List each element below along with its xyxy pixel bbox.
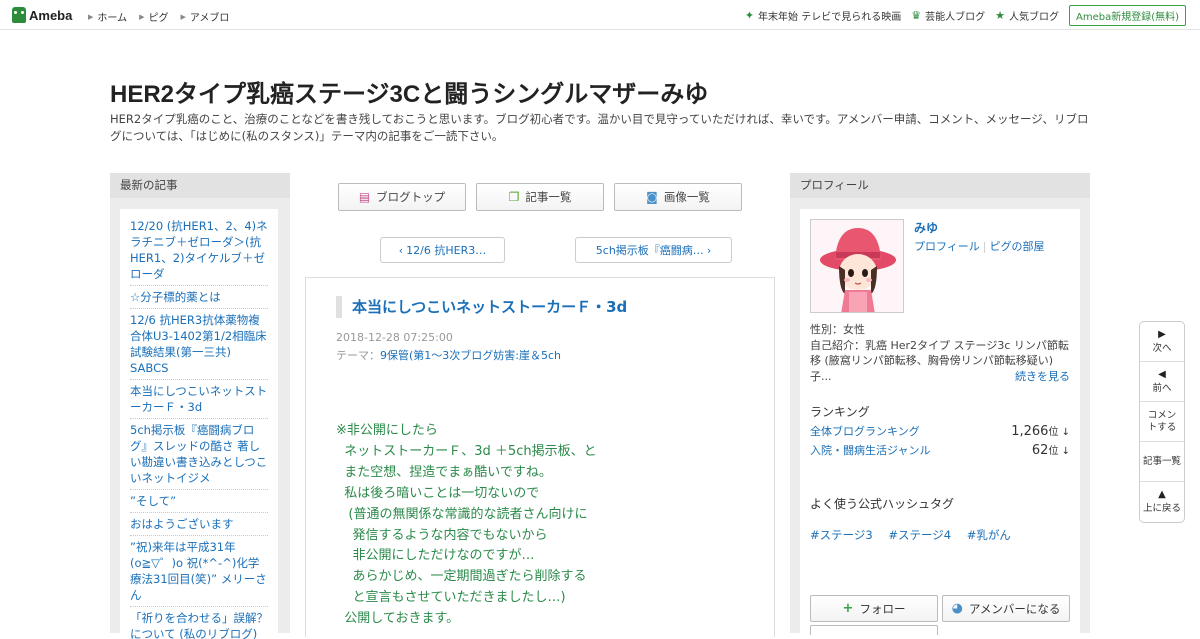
chat-bubble-icon: ◕ xyxy=(951,601,963,616)
tab-article-list[interactable]: ❐ 記事一覧 xyxy=(476,183,604,211)
hashtag-heading: よく使う公式ハッシュタグ xyxy=(810,497,955,511)
recent-article-link[interactable]: ”そして” xyxy=(130,490,268,513)
amember-button[interactable]: ◕ アメンバーになる xyxy=(942,595,1070,622)
arrow-left-icon: ◀ xyxy=(1158,368,1166,380)
ranking-heading: ランキング xyxy=(810,405,870,419)
header-right-links: ✦ 年末年始 テレビで見られる映画 ♛ 芸能人ブログ ★ 人気ブログ Ameba新規登… xyxy=(745,5,1186,26)
profile-name[interactable]: みゆ xyxy=(914,219,938,236)
follow-button[interactable]: + フォロー xyxy=(810,595,938,622)
ranking-value: 62位 ↓ xyxy=(1031,443,1070,458)
read-more-link[interactable]: 続きを見る xyxy=(1015,368,1070,384)
chevron-left-icon: ‹ xyxy=(398,243,404,257)
recent-article-link[interactable]: ”祝)来年は平成31年 (o≧▽゜)o 祝(*^-^)化学療法31回目(笑)” … xyxy=(130,536,268,607)
hashtag-link[interactable]: #ステージ4 xyxy=(888,528,951,542)
recent-articles-heading: 最新の記事 xyxy=(110,173,290,198)
ameba-logo-icon xyxy=(12,7,26,23)
article: 本当にしつこいネットストーカーＦ・3d 2018-12-28 07:25:00 … xyxy=(305,277,775,637)
profile-links: プロフィール | ピグの部屋 xyxy=(914,238,1045,254)
register-button[interactable]: Ameba新規登録(無料) xyxy=(1068,5,1186,26)
article-title[interactable]: 本当にしつこいネットストーカーＦ・3d xyxy=(336,296,627,318)
profile-box: みゆ プロフィール | ピグの部屋 性別：女性 自己紹介：乳癌 Her2タイプ ステ… xyxy=(800,209,1080,635)
link-celebrity-blogs[interactable]: ♛ 芸能人ブログ xyxy=(911,8,985,23)
chevron-right-icon: › xyxy=(706,243,712,257)
link-new-year-movies[interactable]: ✦ 年末年始 テレビで見られる映画 xyxy=(745,8,901,23)
recent-articles-list: 12/20 (抗HER1、2、4)ネラチニブ＋ゼローダ＞(抗HER1、2)タイケ… xyxy=(120,209,278,639)
ranking-row: 入院・闘病生活ジャンル 62位 ↓ xyxy=(810,442,1070,458)
floating-side-nav: ▶ 次へ ◀ 前へ コメントする 記事一覧 ▲ 上に戻る xyxy=(1139,321,1185,523)
arrow-right-icon: ▶ xyxy=(1158,328,1166,340)
back-to-top-button[interactable]: ▲ 上に戻る xyxy=(1140,482,1184,522)
nav-ameblo[interactable]: ▶ アメブロ xyxy=(180,9,229,25)
chevron-right-icon: ▶ xyxy=(180,12,186,21)
sparkle-icon: ✦ xyxy=(744,9,755,22)
article-theme-link[interactable]: 9保管(第1～3次ブログ妨害:崖＆5ch xyxy=(380,349,561,362)
ranking-label[interactable]: 入院・闘病生活ジャンル xyxy=(810,442,930,458)
article-date: 2018-12-28 07:25:00 xyxy=(336,331,453,344)
chevron-right-icon: ▶ xyxy=(139,12,145,21)
next-button[interactable]: ▶ 次へ xyxy=(1140,322,1184,362)
pigg-avatar-icon xyxy=(811,220,903,312)
article-body: ※非公開にしたら ネットストーカーＦ、3d ＋5ch掲示板、と また空想、捏造で… xyxy=(336,423,597,627)
recent-articles-panel: 最新の記事 12/20 (抗HER1、2、4)ネラチニブ＋ゼローダ＞(抗HER1… xyxy=(110,173,290,639)
nav-pigg[interactable]: ▶ ピグ xyxy=(139,9,168,25)
global-nav: ▶ ホーム ▶ ピグ ▶ アメブロ xyxy=(88,9,241,25)
avatar[interactable] xyxy=(810,219,904,313)
prev-article-button[interactable]: ‹ 12/6 抗HER3… xyxy=(380,237,505,263)
comment-button[interactable]: コメントする xyxy=(1140,402,1184,442)
camera-icon: ◙ xyxy=(646,190,658,204)
ameba-logo[interactable]: Ameba xyxy=(12,6,72,24)
tab-blog-top[interactable]: ▤ ブログトップ xyxy=(338,183,466,211)
global-header: Ameba ▶ ホーム ▶ ピグ ▶ アメブロ ✦ 年末年始 テレビで見られる映画 ♛ 芸… xyxy=(0,0,1200,30)
article-list-button[interactable]: 記事一覧 xyxy=(1140,442,1184,482)
copy-icon: ❐ xyxy=(508,190,520,204)
star-icon: ★ xyxy=(995,9,1005,22)
recent-article-link[interactable]: おはようございます xyxy=(130,513,268,536)
pigg-room-link[interactable]: ピグの部屋 xyxy=(990,240,1045,253)
recent-article-link[interactable]: ☆分子標的薬とは xyxy=(130,286,268,309)
link-separator: | xyxy=(982,240,987,253)
crown-icon: ♛ xyxy=(911,9,922,22)
profile-link[interactable]: プロフィール xyxy=(914,240,980,253)
tab-image-list[interactable]: ◙ 画像一覧 xyxy=(614,183,742,211)
plus-icon: + xyxy=(842,601,854,616)
hashtag-link[interactable]: #乳がん xyxy=(967,528,1011,542)
arrow-up-icon: ▲ xyxy=(1158,489,1166,500)
chevron-right-icon: ▶ xyxy=(88,12,94,21)
blog-description: HER2タイプ乳癌のこと、治療のことなどを書き残しておこうと思います。ブログ初心… xyxy=(110,112,1089,143)
ranking-row: 全体ブログランキング 1,266位 ↓ xyxy=(810,423,1070,439)
ranking-label[interactable]: 全体ブログランキング xyxy=(810,423,920,439)
next-article-button[interactable]: 5ch掲示板『癌闘病… › xyxy=(575,237,732,263)
logo-text: Ameba xyxy=(29,7,73,23)
prev-button[interactable]: ◀ 前へ xyxy=(1140,362,1184,402)
document-icon: ▤ xyxy=(358,190,371,204)
blog-tabs: ▤ ブログトップ ❐ 記事一覧 ◙ 画像一覧 xyxy=(338,183,752,211)
message-button[interactable] xyxy=(810,625,938,635)
article-theme: テーマ：9保管(第1～3次ブログ妨害:崖＆5ch xyxy=(336,349,562,362)
ranking-value: 1,266位 ↓ xyxy=(1011,424,1070,439)
hashtag-list: #ステージ3 #ステージ4 #乳がん xyxy=(810,527,1023,543)
recent-article-link[interactable]: 5ch掲示板『癌闘病ブログ』スレッドの酷さ 著しい勘違い書き込みとしつこいネット… xyxy=(130,419,268,490)
recent-article-link[interactable]: 12/20 (抗HER1、2、4)ネラチニブ＋ゼローダ＞(抗HER1、2)タイケ… xyxy=(130,215,268,286)
nav-home[interactable]: ▶ ホーム xyxy=(88,9,127,25)
hashtag-link[interactable]: #ステージ3 xyxy=(810,528,873,542)
recent-article-link[interactable]: 「祈りを合わせる」誤解？について (私のリブログ) xyxy=(130,607,268,639)
profile-gender: 性別：女性 xyxy=(810,323,865,336)
link-popular-blogs[interactable]: ★ 人気ブログ xyxy=(995,8,1059,23)
profile-panel: プロフィール みゆ プロフィール | ピグの部屋 性別：女性 自己紹介：乳癌 H… xyxy=(790,173,1090,635)
blog-title[interactable]: HER2タイプ乳癌ステージ3Cと闘うシングルマザーみゆ xyxy=(110,74,708,109)
recent-article-link[interactable]: 12/6 抗HER3抗体薬物複合体U3-1402第1/2相臨床試験結果(第一三共… xyxy=(130,309,268,380)
profile-heading: プロフィール xyxy=(790,173,1090,198)
recent-article-link[interactable]: 本当にしつこいネットストーカーＦ・3d xyxy=(130,380,268,419)
